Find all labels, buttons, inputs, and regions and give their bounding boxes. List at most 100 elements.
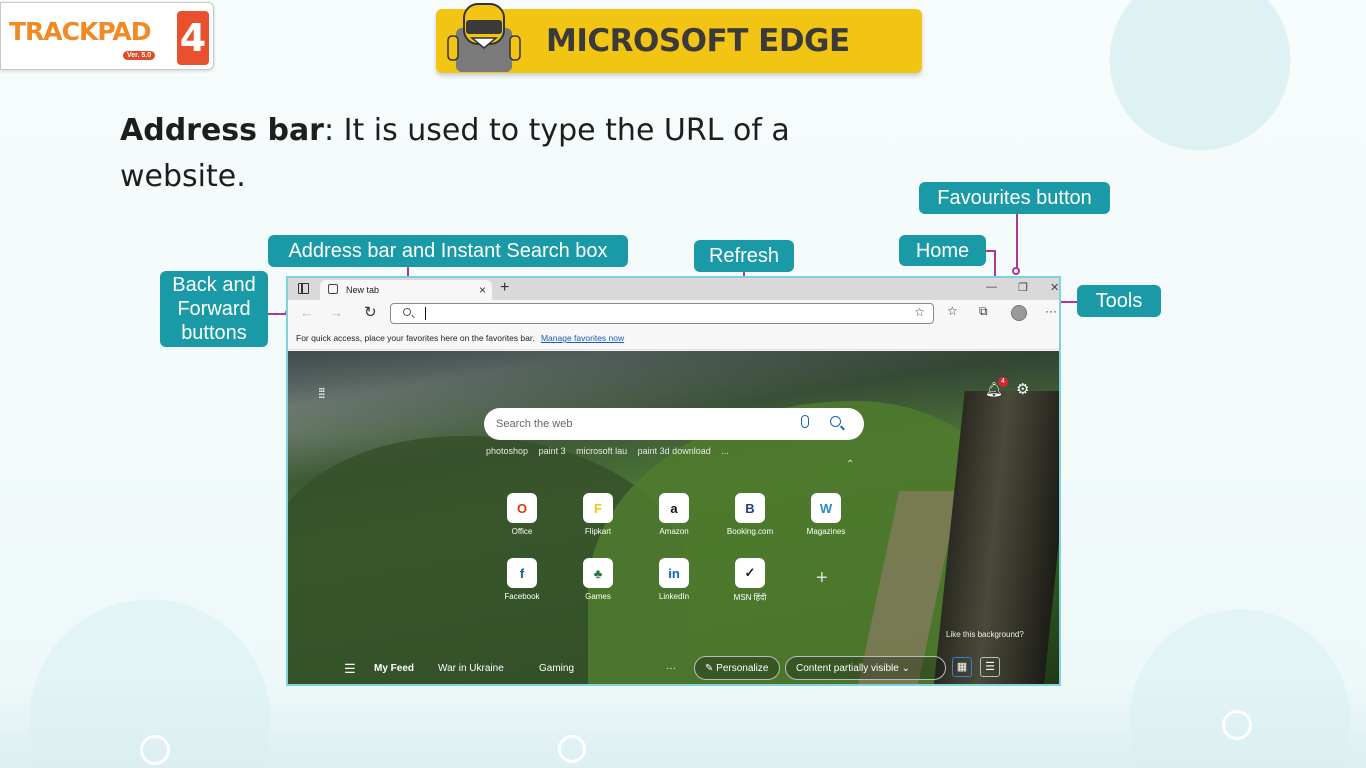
quick-link-flipkart[interactable]: F Flipkart [568, 493, 628, 536]
intro-paragraph: Address bar: It is used to type the URL … [120, 108, 820, 200]
favourites-icon[interactable]: ☆ [947, 304, 958, 318]
flipkart-icon: F [583, 493, 613, 523]
callout-favourites: Favourites button [919, 182, 1110, 214]
tab-strip: New tab × + — ❐ ✕ [288, 278, 1059, 300]
quick-link-magazines[interactable]: W Magazines [796, 493, 856, 536]
add-quick-link-plus-icon[interactable]: + [816, 567, 828, 590]
decor-circle [1222, 710, 1252, 740]
quick-link-label: Booking.com [726, 527, 774, 536]
favorites-bar-hint: For quick access, place your favorites h… [296, 333, 535, 343]
edge-browser-window: New tab × + — ❐ ✕ ← → ↻ ☆ ☆ ⧉ ··· For qu… [286, 276, 1061, 686]
back-arrow-icon[interactable]: ← [300, 305, 313, 320]
manage-favorites-link[interactable]: Manage favorites now [541, 333, 624, 343]
search-suggestions: photoshop paint 3 microsoft lau paint 3d… [486, 446, 737, 456]
intro-term: Address bar [120, 113, 324, 148]
close-tab-icon[interactable]: × [479, 283, 486, 297]
quick-link-label: Magazines [806, 527, 846, 536]
new-tab-page-icon [328, 284, 338, 294]
suggestion-chip[interactable]: photoshop [486, 446, 528, 456]
grid-view-icon[interactable]: ▦ [952, 657, 972, 677]
quick-link-linkedin[interactable]: in LinkedIn [644, 558, 704, 601]
callout-refresh: Refresh [694, 240, 794, 272]
mascot-icon [447, 3, 521, 72]
tab-gaming[interactable]: Gaming [539, 663, 574, 674]
amazon-icon: a [659, 493, 689, 523]
minimize-icon[interactable]: — [986, 281, 997, 293]
quick-link-label: Office [511, 527, 533, 536]
facebook-icon: f [507, 558, 537, 588]
restore-icon[interactable]: ❐ [1018, 281, 1028, 294]
text-caret [425, 307, 426, 320]
callout-back-forward: Back and Forward buttons [160, 271, 268, 347]
callout-home: Home [899, 235, 986, 266]
quick-link-facebook[interactable]: f Facebook [492, 558, 552, 601]
decor-circle [558, 735, 586, 763]
quick-link-amazon[interactable]: a Amazon [644, 493, 704, 536]
more-feed-icon[interactable]: ··· [666, 663, 676, 674]
logo-text: TRACKPAD [9, 17, 151, 46]
suggestion-chip[interactable]: paint 3 [539, 446, 566, 456]
list-view-icon[interactable]: ☰ [980, 657, 1000, 677]
suggestion-chip[interactable]: microsoft lau [576, 446, 627, 456]
like-background-link[interactable]: Like this background? [946, 630, 1024, 639]
settings-more-icon[interactable]: ··· [1045, 304, 1057, 318]
add-favorite-star-icon[interactable]: ☆ [914, 305, 925, 319]
content-visibility-label: Content partially visible [796, 663, 899, 674]
hamburger-menu-icon[interactable]: ☰ [344, 661, 356, 677]
quick-link-label: LinkedIn [658, 592, 690, 601]
search-magnifier-icon[interactable] [830, 416, 841, 427]
quick-link-office[interactable]: O Office [492, 493, 552, 536]
notification-badge: 4 [998, 377, 1008, 387]
page-title: MICROSOFT EDGE [546, 23, 850, 59]
office-icon: O [507, 493, 537, 523]
quick-link-label: Amazon [659, 527, 689, 536]
refresh-icon[interactable]: ↻ [364, 303, 377, 321]
callout-address-bar: Address bar and Instant Search box [268, 235, 628, 267]
quick-link-label: Facebook [504, 592, 540, 601]
logo-number: 4 [177, 11, 209, 65]
profile-avatar-icon[interactable] [1011, 305, 1027, 321]
quick-link-msn-hindi[interactable]: ✓ MSN हिंदी [720, 558, 780, 603]
logo-version: Ver. 5.0 [123, 51, 156, 60]
personalize-button[interactable]: ✎ Personalize [694, 656, 780, 680]
search-placeholder: Search the web [496, 418, 573, 430]
tab-my-feed[interactable]: My Feed [374, 663, 414, 674]
chevron-up-icon[interactable]: ⌃ [846, 459, 854, 470]
quick-link-label: MSN हिंदी [733, 593, 767, 602]
tab-war-in-ukraine[interactable]: War in Ukraine [438, 663, 504, 674]
page-settings-gear-icon[interactable]: ⚙ [1016, 380, 1029, 398]
tab-actions-icon[interactable] [298, 283, 309, 294]
decor-circle [140, 735, 170, 765]
collections-icon[interactable]: ⧉ [979, 304, 988, 319]
favorites-bar: For quick access, place your favorites h… [288, 326, 1059, 350]
magazines-icon: W [811, 493, 841, 523]
forward-arrow-icon[interactable]: → [330, 305, 343, 320]
suggestion-more[interactable]: ... [721, 446, 729, 456]
trackpad-logo: TRACKPAD Ver. 5.0 4 [0, 2, 214, 70]
quick-link-label: Flipkart [584, 527, 612, 536]
booking-icon: B [735, 493, 765, 523]
quick-link-games[interactable]: ♣ Games [568, 558, 628, 601]
callout-tools: Tools [1077, 285, 1161, 317]
tab-new-tab[interactable]: New tab × [320, 280, 492, 300]
bottom-band [0, 678, 1366, 768]
new-tab-page: ⁞⁞⁞ 🔔︎ 4 ⚙ Search the web photoshop pain… [288, 351, 1059, 684]
address-bar-input[interactable]: ☆ [390, 303, 934, 324]
browser-toolbar: ← → ↻ ☆ ☆ ⧉ ··· [288, 300, 1059, 326]
personalize-label: Personalize [716, 663, 769, 674]
leader-dot [1012, 267, 1020, 275]
suggestion-chip[interactable]: paint 3d download [638, 446, 711, 456]
leader-line [1016, 214, 1018, 268]
games-icon: ♣ [583, 558, 613, 588]
msn-icon: ✓ [735, 558, 765, 588]
quick-link-booking[interactable]: B Booking.com [720, 493, 780, 536]
new-tab-plus-icon[interactable]: + [500, 279, 509, 297]
app-launcher-icon[interactable]: ⁞⁞⁞ [318, 385, 326, 401]
web-search-box[interactable]: Search the web [484, 408, 864, 440]
window-close-icon[interactable]: ✕ [1050, 281, 1059, 294]
content-visibility-dropdown[interactable]: Content partially visible ⌄ [785, 656, 946, 680]
news-feed-bar: ☰ My Feed War in Ukraine Gaming ··· ✎ Pe… [288, 651, 1059, 684]
quick-link-label: Games [585, 592, 611, 601]
microphone-icon[interactable] [801, 415, 809, 428]
linkedin-icon: in [659, 558, 689, 588]
